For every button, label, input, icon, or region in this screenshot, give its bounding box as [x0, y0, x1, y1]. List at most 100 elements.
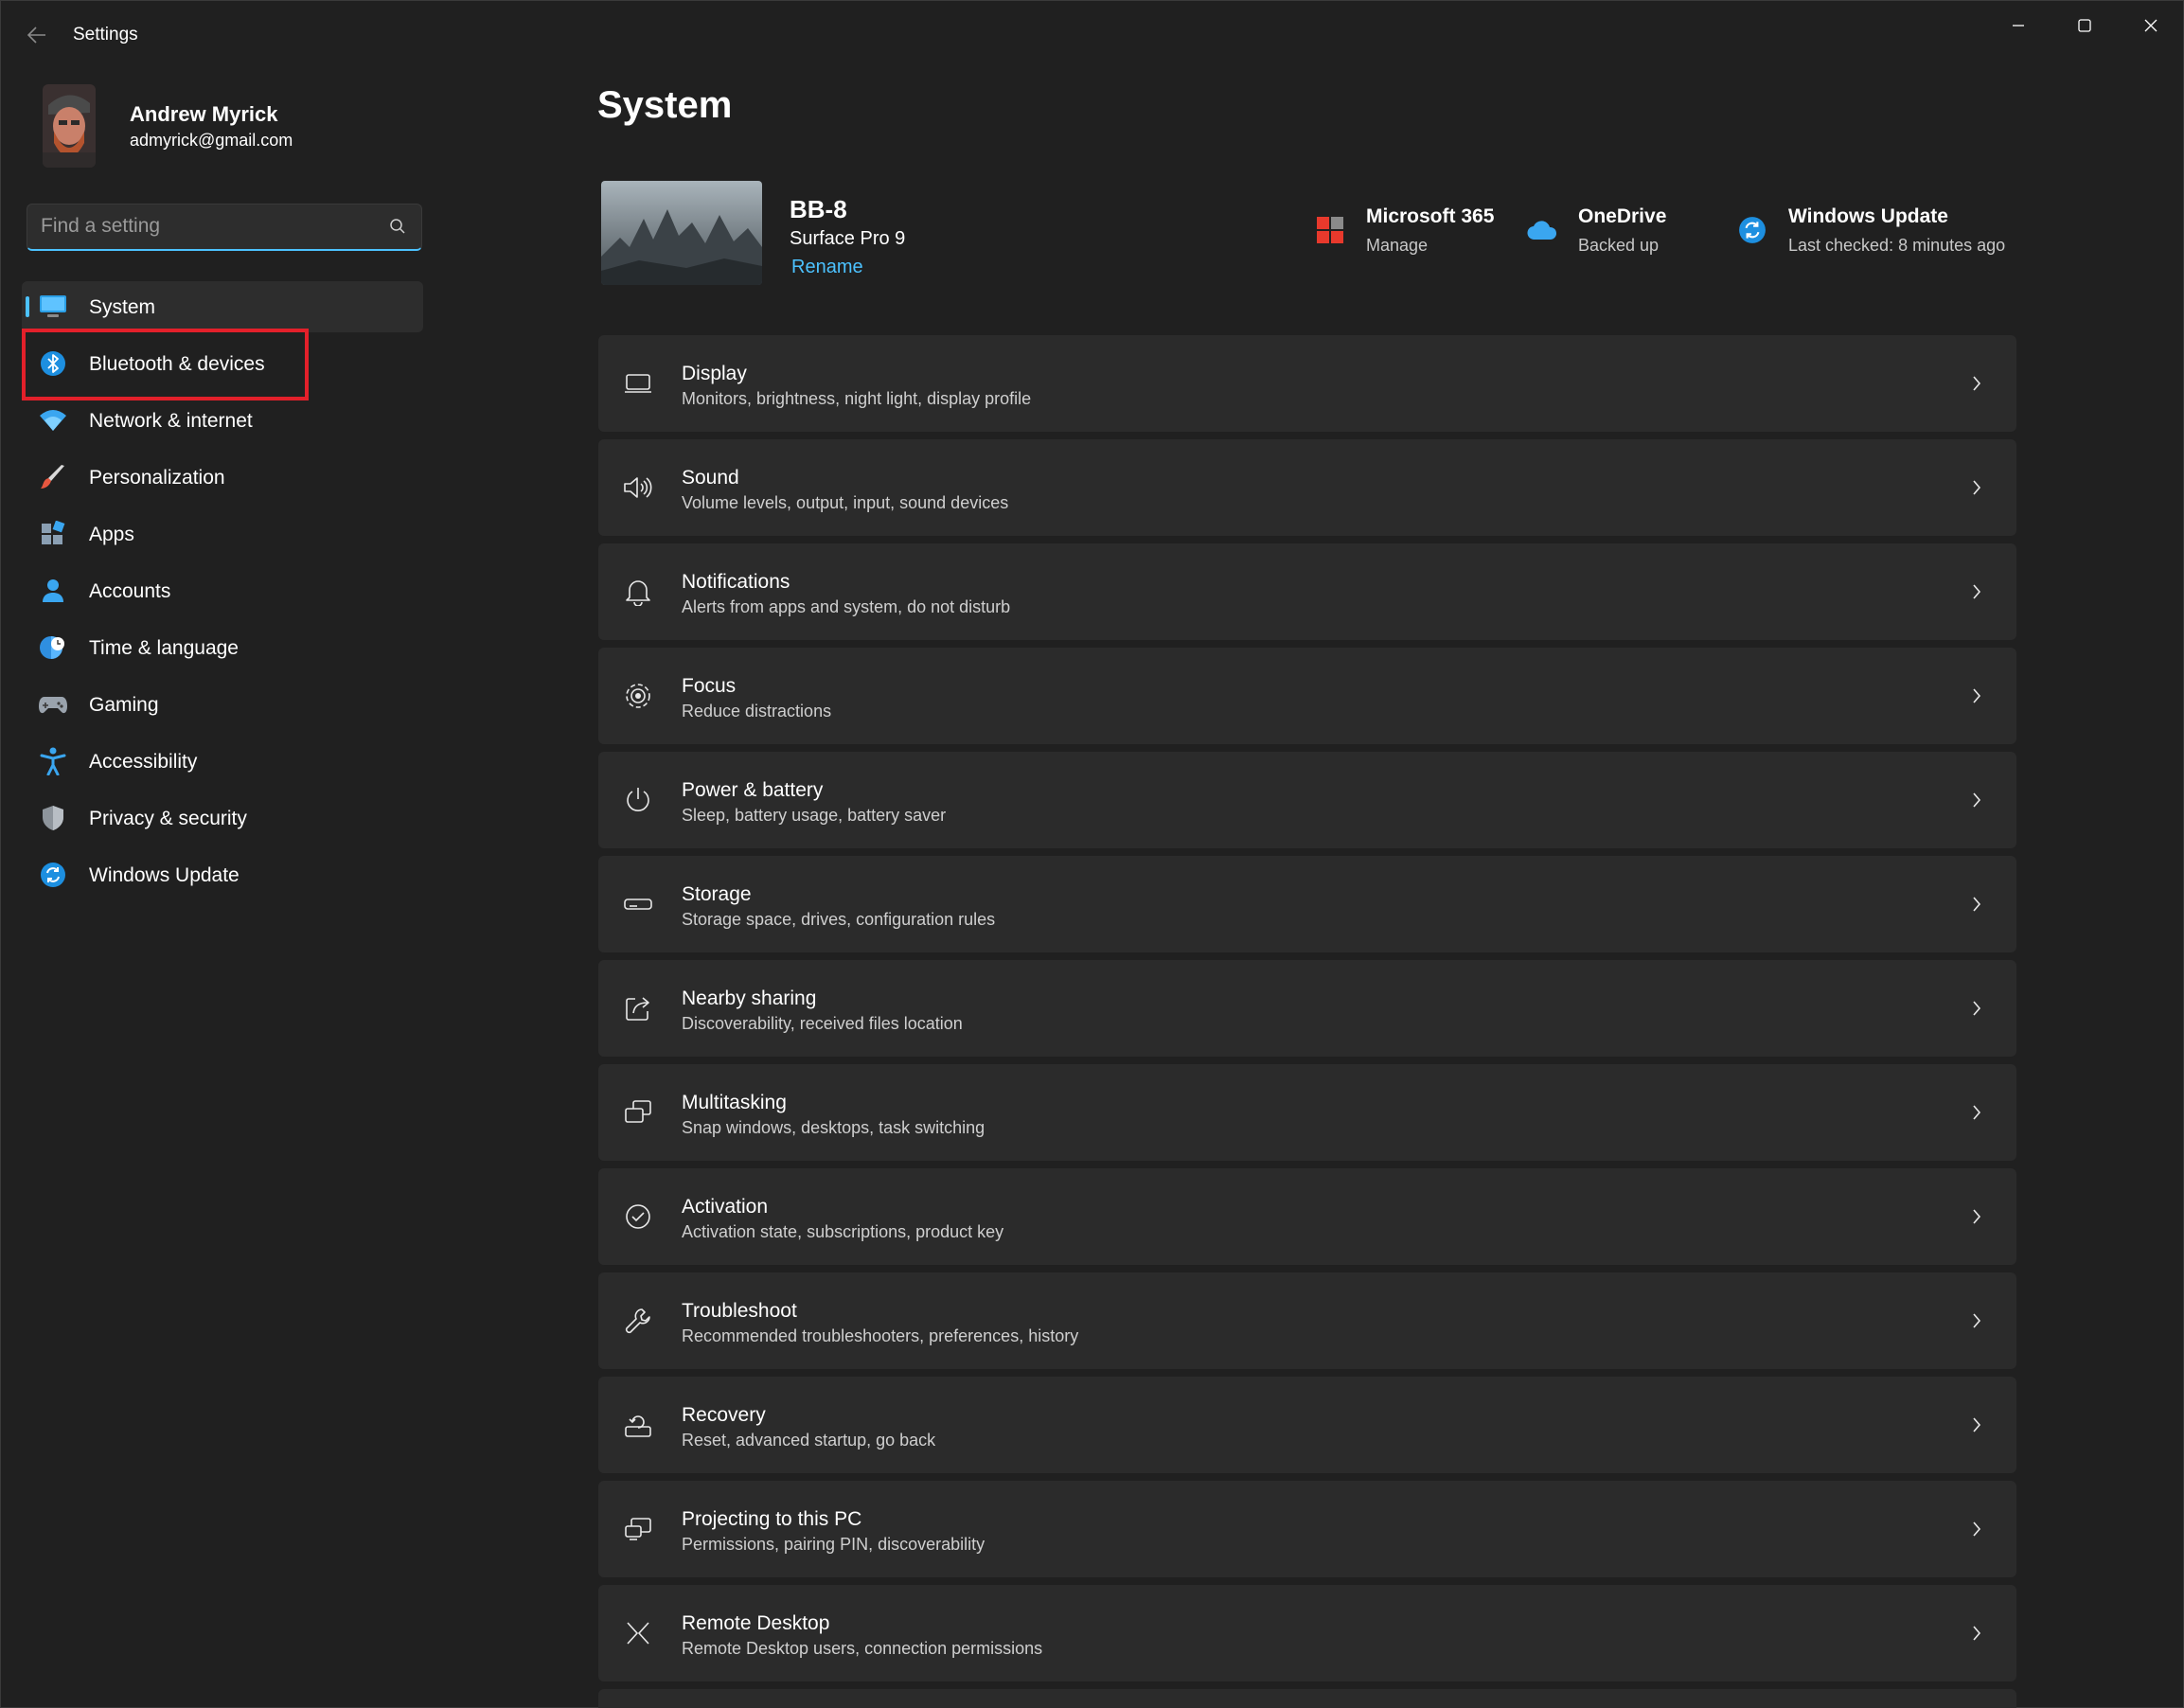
update-icon — [1735, 213, 1769, 247]
close-icon — [2144, 19, 2157, 32]
card-subtitle: Snap windows, desktops, task switching — [682, 1118, 985, 1137]
accessibility-icon — [39, 747, 67, 775]
sidebar-item-personalization[interactable]: Personalization — [22, 452, 423, 503]
sidebar-item-gaming[interactable]: Gaming — [22, 679, 423, 730]
sidebar-item-label: Accounts — [89, 580, 171, 602]
recovery-icon — [621, 1408, 655, 1442]
card-multitasking[interactable]: Multitasking Snap windows, desktops, tas… — [598, 1064, 2016, 1161]
card-title: Nearby sharing — [682, 987, 817, 1009]
tile-subtitle: Backed up — [1578, 236, 1660, 255]
card-title: Sound — [682, 467, 739, 489]
minimize-icon — [2013, 25, 2024, 27]
close-button[interactable] — [2120, 7, 2182, 44]
sidebar-item-label: Network & internet — [89, 410, 253, 432]
card-subtitle: Monitors, brightness, night light, displ… — [682, 389, 1032, 408]
share-icon — [621, 991, 655, 1025]
chevron-right-icon — [1967, 579, 1986, 604]
chevron-right-icon — [1967, 475, 1986, 500]
rename-link[interactable]: Rename — [791, 257, 863, 278]
minimize-button[interactable] — [1987, 7, 2050, 44]
chevron-right-icon — [1967, 1100, 1986, 1125]
card-subtitle: Discoverability, received files location — [682, 1014, 963, 1033]
card-title: Recovery — [682, 1404, 766, 1426]
card-title: Troubleshoot — [682, 1300, 797, 1322]
card-projecting[interactable]: Projecting to this PC Permissions, pairi… — [598, 1481, 2016, 1577]
sidebar-item-network[interactable]: Network & internet — [22, 395, 423, 446]
chevron-right-icon — [1967, 684, 1986, 708]
search-input[interactable] — [41, 205, 382, 248]
search-icon[interactable] — [389, 218, 406, 240]
device-name: BB-8 — [790, 195, 847, 223]
sidebar-item-system[interactable]: System — [22, 281, 423, 332]
maximize-button[interactable] — [2053, 7, 2116, 44]
wifi-icon — [39, 407, 67, 434]
profile-email: admyrick@gmail.com — [130, 131, 293, 150]
card-title: Power & battery — [682, 779, 824, 801]
card-storage[interactable]: Storage Storage space, drives, configura… — [598, 856, 2016, 952]
chevron-right-icon — [1967, 1517, 1986, 1541]
sidebar-item-windows-update[interactable]: Windows Update — [22, 849, 423, 900]
chevron-right-icon — [1967, 1308, 1986, 1333]
chevron-right-icon — [1967, 1204, 1986, 1229]
card-title: Notifications — [682, 571, 790, 593]
focus-icon — [621, 679, 655, 713]
storage-icon — [621, 887, 655, 921]
update-icon — [39, 862, 67, 888]
multitasking-icon — [621, 1095, 655, 1130]
checkmark-circle-icon — [621, 1200, 655, 1234]
card-subtitle: Remote Desktop users, connection permiss… — [682, 1639, 1043, 1658]
tile-subtitle: Manage — [1366, 236, 1429, 255]
card-subtitle: Sleep, battery usage, battery saver — [682, 806, 947, 825]
card-subtitle: Activation state, subscriptions, product… — [682, 1222, 1004, 1241]
chevron-right-icon — [1967, 1413, 1986, 1437]
sidebar-item-privacy[interactable]: Privacy & security — [22, 792, 423, 844]
tile-title: OneDrive — [1578, 205, 1667, 227]
person-icon — [39, 578, 67, 604]
highlight-annotation — [22, 329, 309, 400]
card-partial[interactable] — [598, 1689, 2016, 1708]
sidebar-item-time-language[interactable]: Time & language — [22, 622, 423, 673]
back-button[interactable] — [22, 20, 52, 50]
card-title: Storage — [682, 883, 752, 905]
app-title: Settings — [73, 25, 138, 44]
gamepad-icon — [39, 691, 67, 718]
card-display[interactable]: Display Monitors, brightness, night ligh… — [598, 335, 2016, 432]
card-title: Projecting to this PC — [682, 1508, 862, 1530]
projecting-icon — [621, 1512, 655, 1546]
card-activation[interactable]: Activation Activation state, subscriptio… — [598, 1168, 2016, 1265]
profile-name: Andrew Myrick — [130, 102, 278, 126]
sidebar-item-label: Time & language — [89, 637, 239, 659]
sidebar-item-apps[interactable]: Apps — [22, 508, 423, 560]
card-subtitle: Recommended troubleshooters, preferences… — [682, 1326, 1079, 1345]
card-power-battery[interactable]: Power & battery Sleep, battery usage, ba… — [598, 752, 2016, 848]
card-sound[interactable]: Sound Volume levels, output, input, soun… — [598, 439, 2016, 536]
wrench-icon — [621, 1304, 655, 1338]
tile-title: Windows Update — [1788, 205, 1948, 227]
shield-icon — [39, 805, 67, 831]
card-nearby-sharing[interactable]: Nearby sharing Discoverability, received… — [598, 960, 2016, 1057]
avatar[interactable] — [43, 84, 96, 168]
sidebar-item-label: Apps — [89, 524, 134, 545]
device-model: Surface Pro 9 — [790, 228, 906, 249]
title-bar: Settings — [1, 1, 2183, 69]
chevron-right-icon — [1967, 1621, 1986, 1646]
card-focus[interactable]: Focus Reduce distractions — [598, 648, 2016, 744]
sidebar-item-label: Privacy & security — [89, 808, 247, 829]
card-troubleshoot[interactable]: Troubleshoot Recommended troubleshooters… — [598, 1272, 2016, 1369]
bell-icon — [621, 575, 655, 609]
card-recovery[interactable]: Recovery Reset, advanced startup, go bac… — [598, 1377, 2016, 1473]
search-box[interactable] — [27, 204, 422, 251]
maximize-icon — [2078, 19, 2091, 32]
power-icon — [621, 783, 655, 817]
card-remote-desktop[interactable]: Remote Desktop Remote Desktop users, con… — [598, 1585, 2016, 1681]
chevron-right-icon — [1967, 788, 1986, 812]
card-title: Activation — [682, 1196, 769, 1218]
card-title: Remote Desktop — [682, 1612, 830, 1634]
sidebar-item-label: System — [89, 296, 156, 318]
selection-indicator — [26, 296, 29, 317]
card-subtitle: Permissions, pairing PIN, discoverabilit… — [682, 1535, 985, 1554]
sidebar-item-accessibility[interactable]: Accessibility — [22, 736, 423, 787]
sidebar-item-accounts[interactable]: Accounts — [22, 565, 423, 616]
chevron-right-icon — [1967, 371, 1986, 396]
card-notifications[interactable]: Notifications Alerts from apps and syste… — [598, 543, 2016, 640]
